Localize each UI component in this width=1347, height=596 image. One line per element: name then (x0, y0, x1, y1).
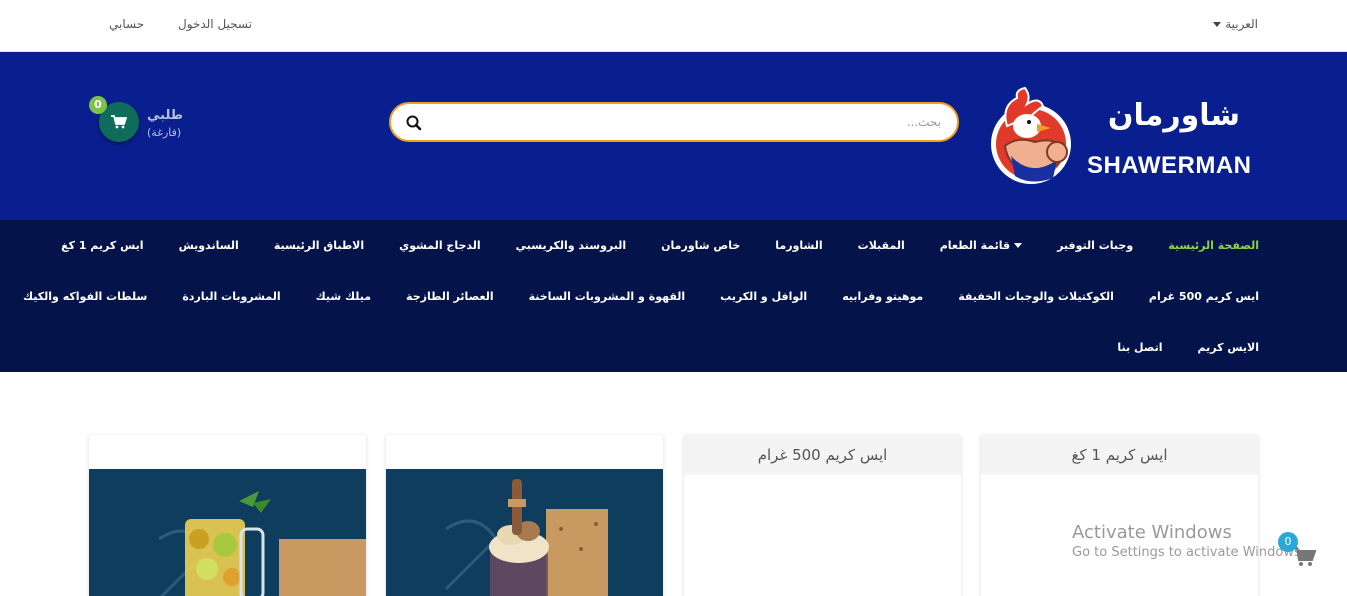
nav-item-grilled-chicken[interactable]: الدجاج المشوي (399, 239, 481, 252)
nav-item-label: موهيتو وفرابيه (842, 289, 924, 303)
cart-count-badge: 0 (89, 96, 107, 114)
chevron-down-icon (1014, 242, 1023, 248)
nav-row-1: الصفحة الرئيسية وجبات التوفير قائمة الطع… (61, 235, 1259, 255)
chevron-down-icon (1213, 21, 1222, 27)
logo-english-text: SHAWERMAN (1087, 152, 1252, 179)
nav-item-label: الوافل و الكريب (720, 289, 808, 303)
language-selector[interactable]: العربية (1213, 17, 1258, 31)
card-title: ايس كريم 1 كغ (981, 435, 1258, 475)
logo-arabic-text: شاورمان (1107, 98, 1241, 133)
nav-item-label: الايس كريم (1197, 340, 1259, 354)
category-card-ice-cream-500g[interactable]: ايس كريم 500 غرام (684, 435, 961, 596)
watermark-title: Activate Windows (1072, 522, 1232, 543)
nav-item-label: الساندويش (178, 238, 239, 252)
rooster-mascot-icon (991, 86, 1071, 184)
nav-item-coffee[interactable]: القهوة و المشروبات الساخنة (529, 290, 686, 303)
nav-item-broasted[interactable]: البروستد والكريسبي (516, 239, 626, 252)
nav-item-main-dishes[interactable]: الاطباق الرئيسية (274, 239, 364, 252)
nav-row-2: ايس كريم 500 غرام الكوكتيلات والوجبات ال… (23, 286, 1259, 306)
category-card-ice-cream-1kg[interactable]: ايس كريم 1 كغ (981, 435, 1258, 596)
nav-row-3: الايس كريم اتصل بنا (1117, 337, 1259, 357)
windows-activation-watermark: Activate Windows Go to Settings to activ… (1072, 522, 1305, 560)
nav-item-label: وجبات التوفير (1057, 238, 1134, 252)
nav-item-shawarma[interactable]: الشاورما (775, 239, 822, 252)
nav-item-label: البروستد والكريسبي (515, 238, 627, 252)
nav-item-home[interactable]: الصفحة الرئيسية (1168, 239, 1259, 252)
nav-item-label: قائمة الطعام (939, 238, 1011, 252)
nav-item-ice-cream[interactable]: الايس كريم (1198, 341, 1259, 354)
nav-item-fruit-salads[interactable]: سلطات الفواكه والكيك (23, 290, 147, 303)
nav-item-label: ايس كريم 1 كغ (61, 238, 144, 252)
category-card-milkshake[interactable] (386, 435, 663, 596)
watermark-subtitle: Go to Settings to activate Windows. (1072, 545, 1305, 560)
nav-item-ice-cream-500g[interactable]: ايس كريم 500 غرام (1149, 290, 1259, 303)
nav-item-ice-cream-1kg[interactable]: ايس كريم 1 كغ (61, 239, 144, 252)
language-label: العربية (1225, 17, 1258, 31)
nav-item-cold-drinks[interactable]: المشروبات الباردة (182, 290, 280, 303)
cart-status: (فارغة) (147, 126, 182, 139)
nav-item-sandwiches[interactable]: الساندويش (179, 239, 239, 252)
nav-item-milkshake[interactable]: ميلك شيك (316, 290, 371, 303)
nav-item-waffle[interactable]: الوافل و الكريب (720, 290, 807, 303)
cart-title: طلبي (147, 108, 184, 123)
floating-cart-button[interactable]: 0 (1278, 532, 1318, 572)
nav-item-label: الاطباق الرئيسية (273, 238, 365, 252)
logo[interactable]: شاورمان SHAWERMAN (987, 86, 1259, 190)
search-icon (406, 115, 422, 131)
nav-item-label: خاص شاورمان (661, 238, 741, 252)
nav-item-label: ميلك شيك (315, 289, 372, 303)
shopping-cart-icon (111, 115, 127, 129)
nav-item-label: الشاورما (775, 238, 823, 252)
account-link[interactable]: حسابي (109, 17, 144, 31)
nav-item-menu[interactable]: قائمة الطعام (939, 238, 1023, 252)
nav-item-label: العصائر الطازجة (406, 289, 494, 303)
nav-item-appetizers[interactable]: المقبلات (858, 239, 905, 252)
nav-item-label: الكوكتيلات والوجبات الخفيفة (958, 289, 1114, 303)
search-button[interactable] (403, 112, 425, 134)
login-link[interactable]: تسجيل الدخول (178, 17, 252, 31)
nav-item-contact[interactable]: اتصل بنا (1117, 341, 1162, 354)
main-nav: الصفحة الرئيسية وجبات التوفير قائمة الطع… (0, 220, 1347, 372)
nav-item-shawerman-special[interactable]: خاص شاورمان (661, 239, 740, 252)
nav-item-label: المقبلات (857, 238, 905, 252)
nav-item-label: الدجاج المشوي (399, 238, 481, 252)
nav-item-label: ايس كريم 500 غرام (1148, 289, 1259, 303)
floating-cart-count-badge: 0 (1278, 532, 1298, 552)
nav-item-mojito[interactable]: موهيتو وفرابيه (842, 290, 923, 303)
search-input[interactable] (461, 112, 941, 132)
category-card-mojito[interactable] (89, 435, 366, 596)
nav-item-cocktails[interactable]: الكوكتيلات والوجبات الخفيفة (958, 290, 1114, 303)
card-image (89, 469, 366, 596)
header: شاورمان SHAWERMAN 0 طلبي (فارغة) (0, 52, 1347, 220)
nav-item-value-meals[interactable]: وجبات التوفير (1057, 239, 1133, 252)
nav-item-label: سلطات الفواكه والكيك (23, 289, 148, 303)
nav-item-fresh-juices[interactable]: العصائر الطازجة (406, 290, 494, 303)
card-image (386, 469, 663, 596)
nav-item-label: الصفحة الرئيسية (1168, 238, 1259, 252)
top-bar: العربية تسجيل الدخول حسابي (0, 0, 1347, 52)
header-cart[interactable]: 0 طلبي (فارغة) (89, 96, 199, 146)
nav-item-label: اتصل بنا (1117, 340, 1163, 354)
nav-item-label: المشروبات الباردة (182, 289, 281, 303)
card-title: ايس كريم 500 غرام (684, 435, 961, 475)
search-bar (389, 102, 959, 142)
milkshake-image (386, 469, 663, 596)
nav-item-label: القهوة و المشروبات الساخنة (528, 289, 686, 303)
mojito-image (89, 469, 366, 596)
